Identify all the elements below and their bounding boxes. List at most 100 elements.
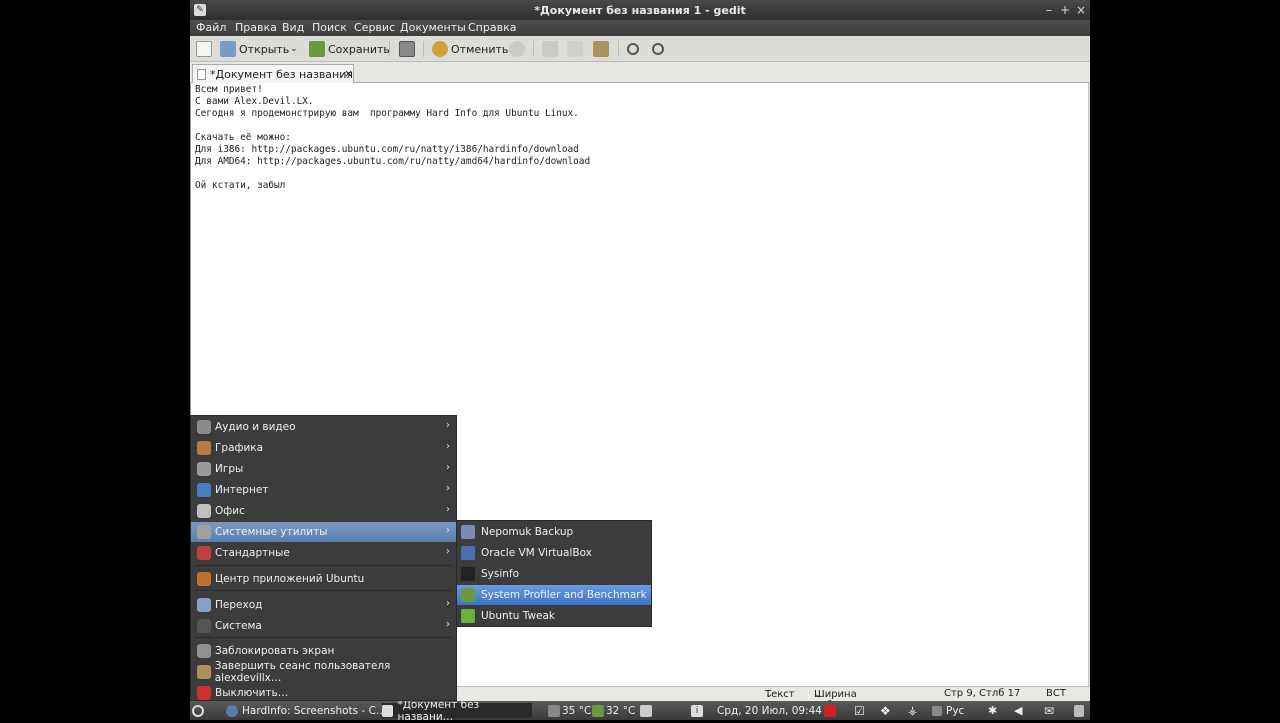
menu-separator (195, 590, 452, 591)
menu-help[interactable]: Справка (468, 21, 516, 34)
find-button[interactable] (627, 39, 642, 59)
ubuntu-tweak-icon (461, 609, 475, 623)
toolbar-separator (423, 41, 424, 57)
chevron-right-icon: › (446, 525, 450, 536)
temp-label: 32 °C (606, 704, 636, 717)
menu-edit[interactable]: Правка (235, 21, 277, 34)
menu-item-0[interactable]: Аудио и видео › (191, 417, 456, 437)
copy-button[interactable] (567, 39, 586, 59)
submenu-item-label: Nepomuk Backup (481, 526, 574, 538)
recent-dropdown[interactable]: ⌄ (290, 39, 298, 59)
volume-indicator[interactable]: ◀ (1014, 703, 1022, 718)
submenu-item-4[interactable]: Ubuntu Tweak (457, 606, 651, 626)
scrollbar[interactable] (1088, 83, 1090, 686)
paste-icon (593, 41, 609, 57)
copy-icon (567, 41, 583, 57)
taskbar-item-hardinfo[interactable]: HardInfo: Screenshots - C… (226, 703, 386, 718)
menu-item-2[interactable]: Игры › (191, 459, 456, 479)
multimedia-icon (197, 420, 211, 434)
menu-item-11[interactable]: Завершить сеанс пользователя alexdevillx… (191, 660, 456, 684)
bluetooth-indicator[interactable]: ✱ (988, 703, 997, 718)
cut-button[interactable] (542, 39, 561, 59)
menu-search[interactable]: Поиск (312, 21, 347, 34)
toolbar: Открыть ⌄ Сохранить Отменить (190, 36, 1090, 62)
toolbar-separator (389, 41, 390, 57)
submenu-item-label: Ubuntu Tweak (481, 610, 556, 622)
menu-item-10[interactable]: Заблокировать экран (191, 641, 456, 661)
network-indicator[interactable]: ⚶ (908, 703, 917, 718)
menu-bar: Файл Правка Вид Поиск Сервис Документы С… (190, 20, 1090, 36)
gpu-temp[interactable]: 32 °C (592, 703, 635, 718)
print-button[interactable] (399, 39, 418, 59)
menu-item-label: Интернет (215, 484, 269, 496)
places-icon (197, 598, 211, 612)
info-button[interactable]: i (691, 703, 707, 718)
system-tools-icon (197, 525, 211, 539)
close-icon[interactable]: × (1074, 3, 1088, 17)
submenu-item-1[interactable]: Oracle VM VirtualBox (457, 543, 651, 563)
new-document-button[interactable] (196, 39, 215, 59)
menu-item-label: Система (215, 620, 262, 632)
internet-icon (197, 483, 211, 497)
submenu-item-0[interactable]: Nepomuk Backup (457, 522, 651, 542)
taskbar-item-gedit[interactable]: *Документ без названи… (382, 699, 532, 723)
menu-item-3[interactable]: Интернет › (191, 480, 456, 500)
menu-tools[interactable]: Сервис (354, 21, 395, 34)
undo-button[interactable]: Отменить (432, 39, 508, 59)
menu-item-label: Аудио и видео (215, 421, 296, 433)
tasks-indicator[interactable]: ☑ (854, 703, 865, 718)
keyboard-indicator[interactable]: Рус (932, 703, 964, 718)
menu-item-7[interactable]: Центр приложений Ubuntu (191, 569, 456, 589)
title-bar[interactable]: ✎ *Документ без названия 1 - gedit – + × (190, 0, 1090, 20)
menu-item-4[interactable]: Офис › (191, 501, 456, 521)
submenu-item-label: System Profiler and Benchmark (481, 589, 647, 601)
new-document-icon (196, 41, 212, 57)
chevron-right-icon: › (446, 546, 450, 557)
menu-view[interactable]: Вид (282, 21, 304, 34)
menu-documents[interactable]: Документы (400, 21, 466, 34)
menu-item-6[interactable]: Стандартные › (191, 543, 456, 563)
menu-item-12[interactable]: Выключить… (191, 683, 456, 703)
cpu-temp[interactable]: 35 °C (548, 703, 591, 718)
document-icon (197, 69, 206, 80)
chevron-right-icon: › (446, 420, 450, 431)
save-button[interactable]: Сохранить (309, 39, 390, 59)
mail-indicator[interactable]: ✉ (1044, 703, 1054, 718)
record-indicator[interactable] (824, 703, 840, 718)
gpu-icon (592, 704, 604, 717)
mail-icon: ✉ (1044, 703, 1055, 718)
dropbox-indicator[interactable]: ❖ (880, 703, 891, 718)
minimize-icon[interactable]: – (1042, 3, 1056, 17)
redo-icon (509, 41, 525, 57)
submenu-item-label: Oracle VM VirtualBox (481, 547, 592, 559)
tab-close-icon[interactable]: × (344, 67, 353, 80)
logout-icon (197, 665, 211, 679)
clock[interactable]: Срд, 20 Июл, 09:44 (717, 703, 822, 718)
chevron-right-icon: › (446, 598, 450, 609)
cursor-position: Стр 9, Стлб 17 (944, 688, 1021, 699)
redo-button[interactable] (509, 39, 528, 59)
monitor-icon (640, 704, 652, 717)
paste-button[interactable] (593, 39, 612, 59)
menu-item-label: Игры (215, 463, 244, 475)
menu-item-9[interactable]: Система › (191, 616, 456, 636)
applet-button[interactable] (640, 703, 656, 718)
open-button[interactable]: Открыть (220, 39, 289, 59)
trash-button[interactable] (1074, 703, 1088, 718)
submenu-item-3[interactable]: System Profiler and Benchmark (457, 585, 651, 605)
menu-item-label: Выключить… (215, 687, 289, 699)
menu-file[interactable]: Файл (196, 21, 226, 34)
volume-icon: ◀ (1014, 704, 1023, 717)
maximize-icon[interactable]: + (1058, 3, 1072, 17)
tab-document[interactable]: *Документ без названия 1 × (192, 64, 354, 94)
menu-item-1[interactable]: Графика › (191, 438, 456, 458)
menu-item-label: Завершить сеанс пользователя alexdevillx… (214, 660, 391, 684)
insert-mode: ВСТ (1046, 688, 1066, 699)
virtualbox-icon (461, 546, 475, 560)
chevron-right-icon: › (446, 504, 450, 515)
main-menu-button[interactable] (192, 703, 208, 718)
submenu-item-2[interactable]: Sysinfo (457, 564, 651, 584)
menu-item-5[interactable]: Системные утилиты › (191, 522, 456, 542)
menu-item-8[interactable]: Переход › (191, 595, 456, 615)
replace-button[interactable] (652, 39, 667, 59)
